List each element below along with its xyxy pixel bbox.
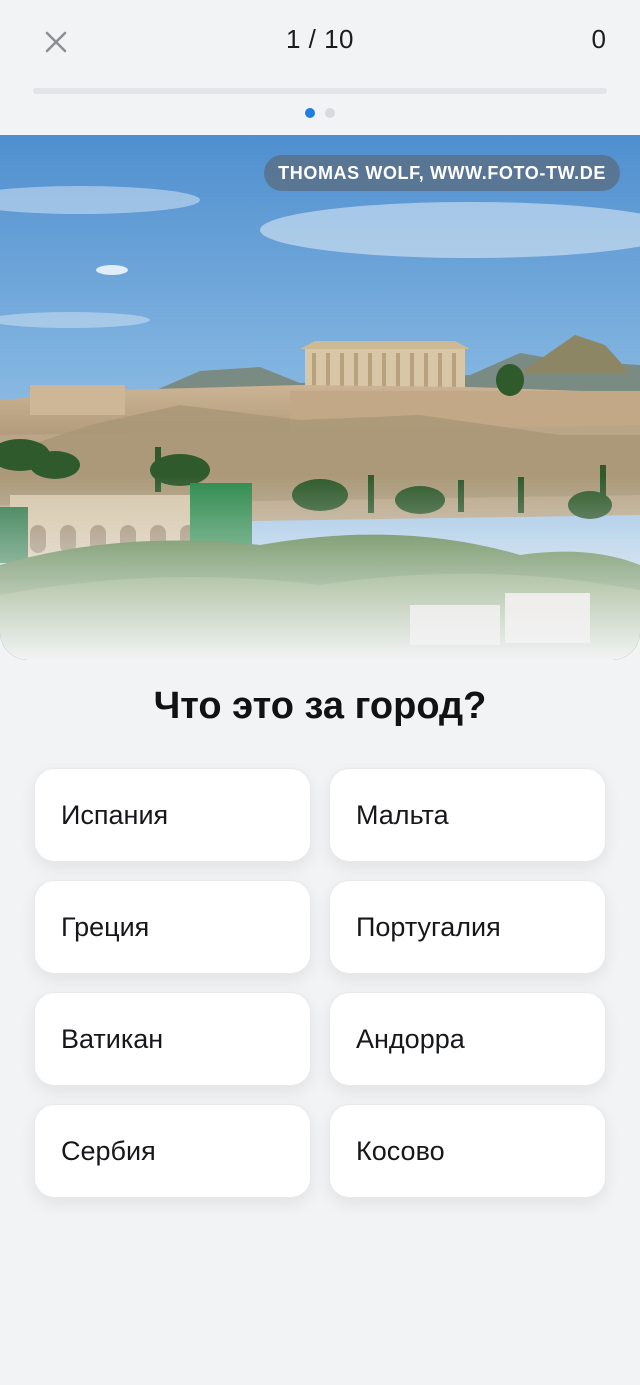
page-dot [325,108,335,118]
photo-credit: THOMAS WOLF, WWW.FOTO-TW.DE [264,155,620,191]
page-dot [305,108,315,118]
question-counter: 1 / 10 [285,24,355,54]
score-value: 0 [591,24,606,54]
answer-option-spain[interactable]: Испания [34,768,311,862]
quiz-header: 1 / 10 0 [0,0,640,90]
acropolis-photo [0,135,640,660]
answer-option-portugal[interactable]: Португалия [329,880,606,974]
answer-option-vatican[interactable]: Ватикан [34,992,311,1086]
answer-option-greece[interactable]: Греция [34,880,311,974]
question-title: Что это за город? [153,685,487,727]
answer-option-malta[interactable]: Мальта [329,768,606,862]
answer-option-andorra[interactable]: Андорра [329,992,606,1086]
answer-grid: Испания Мальта Греция Португалия Ватикан… [34,768,606,1198]
question-photo [0,135,640,660]
progress-fill [33,88,91,94]
page-indicator [0,108,640,118]
progress-bar [33,88,607,94]
quiz-screen: 1 / 10 0 THOMAS WOLF, WWW.FOTO-TW.DE Что… [0,0,640,1385]
answer-option-kosovo[interactable]: Косово [329,1104,606,1198]
answer-option-serbia[interactable]: Сербия [34,1104,311,1198]
